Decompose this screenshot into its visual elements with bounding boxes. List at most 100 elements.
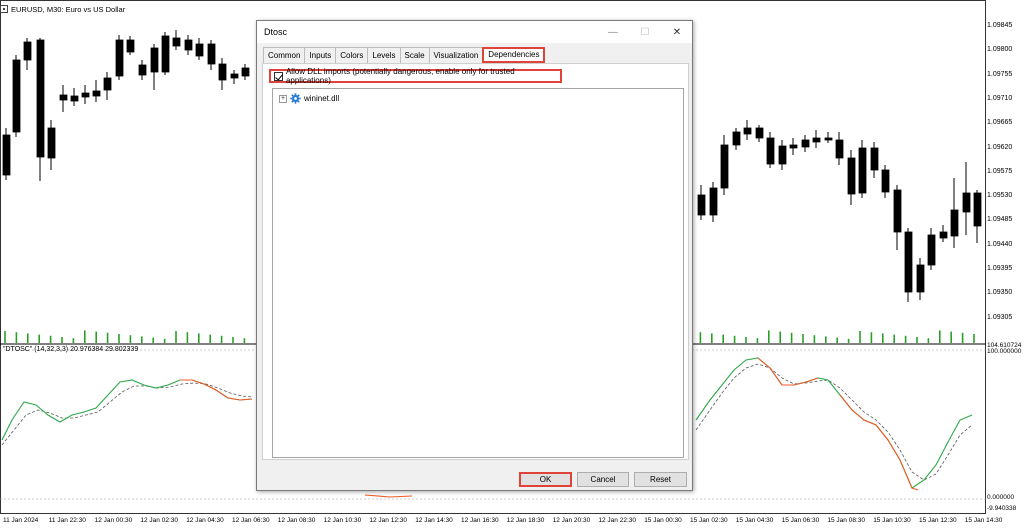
- candle-body: [835, 139, 844, 159]
- indicator-properties-dialog: Dtosc — ☐ ✕ Common Inputs Colors Levels …: [256, 20, 693, 491]
- time-tick-label: 12 Jan 06:30: [232, 517, 270, 524]
- candle-body: [743, 127, 752, 135]
- candle-body: [893, 189, 902, 233]
- tab-visualization[interactable]: Visualization: [428, 47, 484, 63]
- time-tick-label: 12 Jan 18:30: [506, 517, 545, 524]
- reset-button[interactable]: Reset: [634, 472, 687, 487]
- minimize-button[interactable]: —: [598, 21, 628, 43]
- allow-dll-imports-label: Allow DLL imports (potentially dangerous…: [285, 67, 515, 85]
- time-tick-label: 15 Jan 04:30: [735, 517, 774, 524]
- candle-body: [939, 231, 948, 239]
- candle-body: [916, 264, 925, 293]
- chart-symbol-label: EURUSD, M30: Euro vs US Dollar: [0, 3, 125, 15]
- price-tick-label: 1.09575: [987, 167, 1013, 175]
- close-button[interactable]: ✕: [662, 21, 692, 43]
- oscillator-down-segment: [364, 494, 413, 498]
- signal-line-right: [695, 363, 973, 481]
- candle-body: [47, 127, 56, 159]
- candle-body: [697, 194, 706, 216]
- candle-body: [824, 137, 833, 141]
- tab-scale[interactable]: Scale: [399, 47, 430, 63]
- time-tick-label: 15 Jan 08:30: [827, 517, 865, 524]
- candle-body: [12, 59, 21, 133]
- candle-body: [927, 234, 936, 266]
- price-tick-label: 1.09845: [987, 22, 1013, 29]
- candle-body: [150, 47, 159, 73]
- indicator-tick-label: 100.000000: [987, 348, 1022, 355]
- candle-body: [720, 144, 729, 189]
- price-tick-label: 1.09755: [987, 70, 1013, 78]
- time-tick-label: 12 Jan 00:30: [94, 517, 133, 524]
- oscillator-down-segment: [839, 394, 919, 491]
- candle-body: [195, 43, 204, 57]
- gear-icon: [290, 93, 301, 104]
- candle-body: [241, 67, 250, 77]
- price-tick-label: 1.09350: [987, 289, 1013, 297]
- time-tick-label: 12 Jan 08:30: [277, 517, 316, 524]
- cancel-button[interactable]: Cancel: [577, 472, 629, 487]
- expand-icon[interactable]: +: [279, 94, 287, 103]
- candle-body: [70, 95, 79, 102]
- dialog-title: Dtosc: [264, 27, 288, 37]
- time-tick-label: 15 Jan 10:30: [873, 517, 911, 524]
- price-tick-label: 1.09800: [987, 46, 1013, 54]
- candle-body: [126, 39, 135, 53]
- candle-body: [184, 39, 193, 51]
- dependencies-tree[interactable]: + wininet.dll: [272, 88, 684, 458]
- candle-body: [59, 94, 68, 101]
- allow-dll-imports-option[interactable]: Allow DLL imports (potentially dangerous…: [269, 67, 562, 85]
- candle-body: [801, 139, 810, 148]
- time-tick-label: 12 Jan 22:30: [598, 517, 636, 524]
- tab-levels[interactable]: Levels: [367, 47, 401, 63]
- maximize-button[interactable]: ☐: [630, 21, 660, 43]
- allow-dll-imports-checkbox[interactable]: [274, 71, 283, 81]
- candle-body: [858, 147, 867, 194]
- tab-inputs[interactable]: Inputs: [304, 47, 337, 63]
- price-tick-label: 1.09395: [987, 265, 1013, 272]
- tab-dependencies[interactable]: Dependencies: [482, 47, 546, 63]
- candle-body: [973, 192, 982, 227]
- candle-body: [2, 134, 11, 176]
- price-tick-label: 1.09665: [987, 119, 1013, 127]
- time-tick-label: 11 Jan 2024: [3, 517, 39, 524]
- dialog-titlebar[interactable]: Dtosc — ☐ ✕: [257, 21, 692, 43]
- candle-body: [755, 127, 764, 139]
- time-tick-label: 11 Jan 22:30: [48, 517, 86, 524]
- indicator-label: "DTOSC" (14,32,3,3) 20.976384 29.802339: [3, 346, 139, 353]
- dependencies-panel: Allow DLL imports (potentially dangerous…: [262, 63, 689, 460]
- candle-body: [709, 187, 718, 216]
- price-tick-label: 1.09710: [987, 94, 1013, 102]
- candle-body: [103, 77, 112, 91]
- price-tick-label: 1.09440: [987, 240, 1013, 248]
- candle-body: [207, 43, 216, 65]
- candle-body: [962, 192, 971, 213]
- candle-body: [36, 39, 45, 158]
- candle-body: [23, 41, 32, 61]
- indicator-tick-label: 0.000000: [987, 494, 1015, 501]
- price-tick-label: 1.09620: [987, 143, 1013, 151]
- candle-body: [161, 35, 170, 73]
- time-tick-label: 12 Jan 12:30: [369, 517, 407, 524]
- time-tick-label: 15 Jan 14:30: [964, 517, 1003, 524]
- tree-item-wininet[interactable]: + wininet.dll: [279, 93, 339, 104]
- candle-body: [172, 37, 181, 47]
- candle-body: [778, 145, 787, 165]
- price-tick-label: 1.09305: [987, 313, 1013, 321]
- tab-common[interactable]: Common: [263, 47, 306, 63]
- candle-body: [904, 231, 913, 293]
- candle-body: [218, 63, 227, 81]
- time-tick-label: 15 Jan 02:30: [690, 517, 728, 524]
- time-tick-label: 15 Jan 06:30: [781, 517, 820, 524]
- time-tick-label: 12 Jan 14:30: [415, 517, 453, 524]
- indicator-tick-label: -9.940338: [987, 505, 1017, 512]
- candle-body: [138, 64, 147, 76]
- candle-body: [789, 144, 798, 149]
- ok-button[interactable]: OK: [519, 472, 572, 487]
- time-tick-label: 15 Jan 00:30: [644, 517, 682, 524]
- candle-body: [812, 137, 821, 143]
- signal-line-left: [1, 382, 253, 446]
- tab-colors[interactable]: Colors: [335, 47, 369, 63]
- candle-body: [115, 39, 124, 77]
- tree-item-label: wininet.dll: [304, 94, 340, 103]
- price-tick-label: 1.09485: [987, 216, 1013, 224]
